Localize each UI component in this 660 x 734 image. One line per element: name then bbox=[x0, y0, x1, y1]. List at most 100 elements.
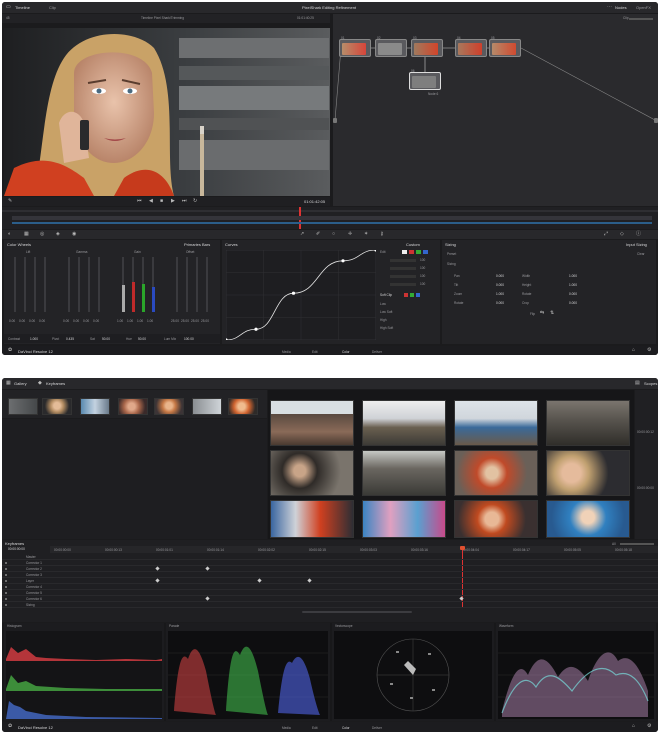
curve-control-point[interactable] bbox=[254, 327, 258, 331]
blur-icon[interactable]: ✶ bbox=[364, 232, 368, 237]
page-color-2[interactable]: Color bbox=[342, 726, 350, 730]
node-output[interactable] bbox=[654, 118, 658, 123]
gamma-r-fader[interactable] bbox=[78, 257, 80, 312]
still-thumb-1[interactable] bbox=[8, 398, 38, 415]
still-thumb-3[interactable] bbox=[80, 398, 110, 415]
page-edit[interactable]: Edit bbox=[312, 350, 318, 354]
qualifier-icon[interactable]: ✐ bbox=[316, 232, 320, 237]
page-color[interactable]: Color bbox=[342, 350, 350, 354]
contrast-value[interactable]: 1.000 bbox=[30, 337, 38, 341]
offset-y-fader[interactable] bbox=[176, 257, 178, 312]
rotate-value[interactable]: 0.000 bbox=[569, 292, 577, 296]
sizing-icon[interactable]: ⤢ bbox=[604, 232, 608, 237]
lift-g-fader[interactable] bbox=[34, 257, 36, 312]
pan-value[interactable]: 0.000 bbox=[496, 274, 504, 278]
gallery-empty-area[interactable] bbox=[2, 419, 267, 539]
color-wheels-icon[interactable]: ◎ bbox=[40, 232, 44, 237]
skip-end-icon[interactable]: ⏭ bbox=[182, 199, 187, 204]
height-value[interactable]: 1.000 bbox=[569, 283, 577, 287]
gallery-icon[interactable]: ▦ bbox=[6, 381, 11, 386]
node-editor[interactable]: Clip 01 02 03 04 05 06 Node 6 bbox=[333, 14, 658, 206]
tracker-icon[interactable]: ✛ bbox=[348, 232, 352, 237]
nodes-icon[interactable]: ⋯ bbox=[607, 5, 612, 10]
node-input[interactable] bbox=[333, 118, 337, 123]
page-deliver[interactable]: Deliver bbox=[372, 350, 382, 354]
clip-tab[interactable]: Clip bbox=[49, 5, 56, 10]
keyframes-ruler[interactable]: 00:00:00:00 00:00:00:13 00:00:01:01 00:0… bbox=[50, 546, 658, 553]
settings-icon[interactable]: ⚙ bbox=[647, 724, 651, 729]
clip-thumb-4[interactable] bbox=[546, 400, 630, 446]
clip-thumb-3[interactable] bbox=[454, 400, 538, 446]
page-deliver-2[interactable]: Deliver bbox=[372, 726, 382, 730]
tilt-value[interactable]: 0.000 bbox=[496, 283, 504, 287]
offset-g-fader[interactable] bbox=[196, 257, 198, 312]
rotate2-value[interactable]: 0.000 bbox=[496, 301, 504, 305]
lift-r-fader[interactable] bbox=[24, 257, 26, 312]
gamma-y-fader[interactable] bbox=[68, 257, 70, 312]
node-06[interactable]: 06 Node 6 bbox=[409, 69, 441, 96]
home-icon[interactable]: ⌂ bbox=[632, 724, 635, 729]
keyframes-icon[interactable]: ◆ bbox=[38, 381, 42, 386]
3d-icon[interactable]: ◇ bbox=[620, 232, 624, 237]
primaries-mode[interactable]: Primaries Bars bbox=[184, 242, 210, 247]
page-media[interactable]: Media bbox=[282, 350, 291, 354]
nodes-tab[interactable]: Nodes bbox=[615, 5, 627, 10]
info-icon[interactable]: ⓘ bbox=[636, 232, 641, 237]
zoom-value[interactable]: 1.000 bbox=[496, 292, 504, 296]
curve-graph[interactable] bbox=[226, 250, 376, 340]
key-icon[interactable]: ⚷ bbox=[380, 232, 384, 237]
flip-v-icon[interactable]: ⇅ bbox=[550, 311, 554, 316]
clip-thumb-7[interactable] bbox=[454, 450, 538, 496]
flip-h-icon[interactable]: ⇆ bbox=[540, 311, 544, 316]
skip-start-icon[interactable]: ⏮ bbox=[137, 199, 142, 204]
sat-value[interactable]: 50.00 bbox=[102, 337, 110, 341]
lum-mix-value[interactable]: 100.00 bbox=[184, 337, 194, 341]
offset-b-fader[interactable] bbox=[206, 257, 208, 312]
clip-thumb-2[interactable] bbox=[362, 400, 446, 446]
offset-r-fader[interactable] bbox=[186, 257, 188, 312]
gamma-g-fader[interactable] bbox=[88, 257, 90, 312]
curve-control-point[interactable] bbox=[341, 259, 345, 263]
clip-thumb-1[interactable] bbox=[270, 400, 354, 446]
clip-thumb-8[interactable] bbox=[546, 450, 630, 496]
clip-thumb-10[interactable] bbox=[362, 500, 446, 538]
home-icon[interactable]: ⌂ bbox=[632, 348, 635, 353]
rgb-mixer-icon[interactable]: ◈ bbox=[56, 232, 60, 237]
pencil-icon[interactable]: ✎ bbox=[8, 199, 12, 204]
channel-y-swatch[interactable] bbox=[402, 250, 407, 254]
viewer-image[interactable] bbox=[4, 28, 330, 196]
scopes-icon[interactable]: ▤ bbox=[635, 381, 640, 386]
loop-icon[interactable]: ↻ bbox=[193, 199, 197, 204]
settings-icon[interactable]: ⚙ bbox=[647, 348, 651, 353]
motion-effects-icon[interactable]: ◉ bbox=[72, 232, 76, 237]
curves-mode[interactable]: Custom bbox=[406, 242, 420, 247]
lift-y-fader[interactable] bbox=[14, 257, 16, 312]
channel-r-swatch[interactable] bbox=[409, 250, 414, 254]
pivot-value[interactable]: 0.435 bbox=[66, 337, 74, 341]
hue-value[interactable]: 50.00 bbox=[138, 337, 146, 341]
still-thumb-7[interactable] bbox=[228, 398, 258, 415]
page-edit-2[interactable]: Edit bbox=[312, 726, 318, 730]
scopes-tab[interactable]: Scopes bbox=[644, 381, 657, 386]
node-01[interactable]: 01 bbox=[339, 36, 371, 57]
curves-icon[interactable]: ↗ bbox=[300, 232, 304, 237]
gamma-b-fader[interactable] bbox=[98, 257, 100, 312]
node-04[interactable]: 04 bbox=[455, 36, 487, 57]
channel-g-swatch[interactable] bbox=[416, 250, 421, 254]
clip-thumb-6[interactable] bbox=[362, 450, 446, 496]
clip-thumb-5[interactable] bbox=[270, 450, 354, 496]
clip-thumb-9[interactable] bbox=[270, 500, 354, 538]
window-icon[interactable]: ○ bbox=[332, 232, 335, 237]
node-05[interactable]: 05 bbox=[489, 36, 521, 57]
zoom-level[interactable]: 45 bbox=[6, 16, 10, 20]
play-icon[interactable]: ▶ bbox=[171, 199, 175, 204]
still-thumb-4[interactable] bbox=[118, 398, 148, 415]
keyframes-tab[interactable]: Keyframes bbox=[46, 381, 65, 386]
keyframes-timecode[interactable]: 00:00:00:00 bbox=[8, 547, 25, 551]
openfx-tab[interactable]: OpenFX bbox=[636, 5, 651, 10]
width-value[interactable]: 1.000 bbox=[569, 274, 577, 278]
mini-timeline[interactable] bbox=[2, 207, 658, 229]
clip-thumb-11[interactable] bbox=[454, 500, 538, 538]
curve-control-point[interactable] bbox=[291, 291, 296, 295]
gallery-tab[interactable]: Gallery bbox=[14, 381, 27, 386]
